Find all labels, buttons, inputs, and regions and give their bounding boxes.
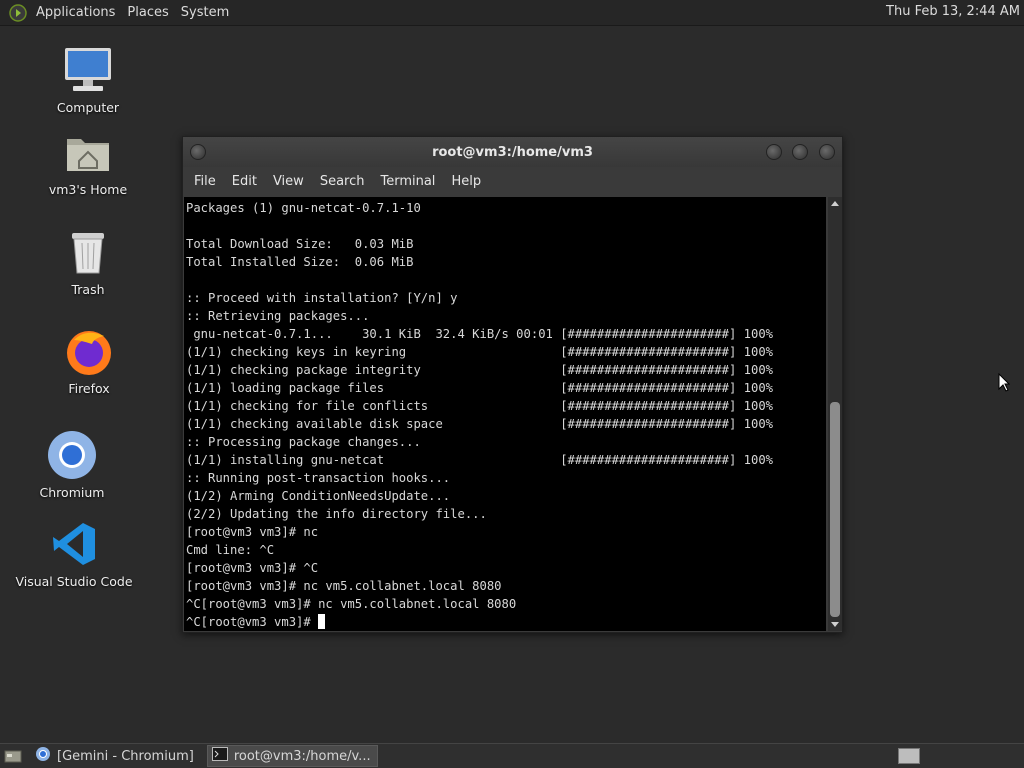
terminal-output[interactable]: Packages (1) gnu-netcat-0.7.1-10 Total D… xyxy=(184,197,826,631)
desktop-icon-label: vm3's Home xyxy=(48,182,128,197)
terminal-line: Total Installed Size: 0.06 MiB xyxy=(186,255,414,269)
menu-logo-icon[interactable] xyxy=(8,3,28,23)
taskbar-item-label: [Gemini - Chromium] xyxy=(57,748,194,764)
terminal-line: ^C[root@vm3 vm3]# xyxy=(186,615,319,629)
terminal-line: :: Proceed with installation? [Y/n] y xyxy=(186,291,458,305)
desktop-icon-chromium[interactable]: Chromium xyxy=(12,429,132,500)
menu-file[interactable]: File xyxy=(186,174,224,189)
terminal-line: (1/1) checking available disk space [###… xyxy=(186,417,773,431)
terminal-line: (1/1) checking for file conflicts [#####… xyxy=(186,399,773,413)
desktop-icon-trash[interactable]: Trash xyxy=(28,226,148,297)
window-title: root@vm3:/home/vm3 xyxy=(432,144,593,160)
terminal-line: (1/1) loading package files [###########… xyxy=(186,381,773,395)
menu-view[interactable]: View xyxy=(265,174,312,189)
desktop-icon-label: Firefox xyxy=(68,381,110,396)
desktop-icon-home[interactable]: vm3's Home xyxy=(28,126,148,197)
taskbar-item-terminal[interactable]: root@vm3:/home/v... xyxy=(206,745,378,767)
terminal-line: [root@vm3 vm3]# nc xyxy=(186,525,319,539)
desktop-icon-computer[interactable]: Computer xyxy=(28,44,148,115)
terminal-line: [root@vm3 vm3]# ^C xyxy=(186,561,319,575)
chromium-icon xyxy=(35,746,51,766)
menu-places[interactable]: Places xyxy=(123,5,176,20)
home-folder-icon xyxy=(62,126,114,178)
terminal-line: :: Running post-transaction hooks... xyxy=(186,471,451,485)
terminal-line: ^C[root@vm3 vm3]# nc vm5.collabnet.local… xyxy=(186,597,517,611)
menu-applications[interactable]: Applications xyxy=(32,5,123,20)
terminal-icon xyxy=(211,747,228,765)
menu-terminal[interactable]: Terminal xyxy=(372,174,443,189)
menu-edit[interactable]: Edit xyxy=(224,174,265,189)
terminal-text: Packages (1) gnu-netcat-0.7.1-10 Total D… xyxy=(184,197,826,631)
terminal-menubar: File Edit View Search Terminal Help xyxy=(183,167,842,196)
trash-icon xyxy=(62,226,114,278)
terminal-line: :: Processing package changes... xyxy=(186,435,421,449)
window-menu-icon[interactable] xyxy=(190,144,206,160)
show-desktop-icon[interactable] xyxy=(2,746,24,766)
computer-icon xyxy=(62,44,114,96)
terminal-line: [root@vm3 vm3]# nc vm5.collabnet.local 8… xyxy=(186,579,502,593)
window-titlebar[interactable]: root@vm3:/home/vm3 xyxy=(183,137,842,167)
mouse-pointer-icon xyxy=(998,372,1011,396)
desktop-icon-firefox[interactable]: Firefox xyxy=(29,325,149,396)
desktop-icon-label: Trash xyxy=(71,282,105,297)
clock[interactable]: Thu Feb 13, 2:44 AM xyxy=(886,4,1020,19)
scroll-up-icon[interactable] xyxy=(831,201,839,206)
maximize-icon[interactable] xyxy=(792,144,808,160)
terminal-line: Cmd line: ^C xyxy=(186,543,275,557)
terminal-line: :: Retrieving packages... xyxy=(186,309,370,323)
workspace-switcher[interactable] xyxy=(898,748,920,764)
terminal-line: Total Download Size: 0.03 MiB xyxy=(186,237,414,251)
bottom-panel: [Gemini - Chromium] root@vm3:/home/v... xyxy=(0,743,1024,768)
minimize-icon[interactable] xyxy=(766,144,782,160)
terminal-line: gnu-netcat-0.7.1... 30.1 KiB 32.4 KiB/s … xyxy=(186,327,773,341)
terminal-cursor xyxy=(318,614,326,629)
firefox-icon xyxy=(63,325,115,377)
terminal-line: (2/2) Updating the info directory file..… xyxy=(186,507,487,521)
taskbar-item-chromium[interactable]: [Gemini - Chromium] xyxy=(30,745,201,767)
menu-system[interactable]: System xyxy=(177,5,237,20)
terminal-line: (1/1) checking keys in keyring [########… xyxy=(186,345,773,359)
terminal-window: root@vm3:/home/vm3 File Edit View Search… xyxy=(182,136,843,633)
desktop-icon-label: Visual Studio Code xyxy=(15,574,133,589)
top-panel: Applications Places System Thu Feb 13, 2… xyxy=(0,0,1024,26)
scroll-thumb[interactable] xyxy=(830,402,840,617)
desktop-icon-label: Computer xyxy=(56,100,120,115)
taskbar-item-label: root@vm3:/home/v... xyxy=(233,748,371,764)
chromium-icon xyxy=(46,429,98,481)
vscode-icon xyxy=(48,518,100,570)
desktop-icon-vscode[interactable]: Visual Studio Code xyxy=(14,518,134,589)
menu-search[interactable]: Search xyxy=(312,174,373,189)
terminal-line: (1/1) installing gnu-netcat [###########… xyxy=(186,453,773,467)
menu-help[interactable]: Help xyxy=(443,174,489,189)
terminal-scrollbar[interactable] xyxy=(828,197,842,631)
terminal-line: Packages (1) gnu-netcat-0.7.1-10 xyxy=(186,201,421,215)
scroll-down-icon[interactable] xyxy=(831,622,839,627)
close-icon[interactable] xyxy=(819,144,835,160)
terminal-line: (1/1) checking package integrity [######… xyxy=(186,363,773,377)
terminal-line: (1/2) Arming ConditionNeedsUpdate... xyxy=(186,489,451,503)
desktop-icon-label: Chromium xyxy=(39,485,105,500)
